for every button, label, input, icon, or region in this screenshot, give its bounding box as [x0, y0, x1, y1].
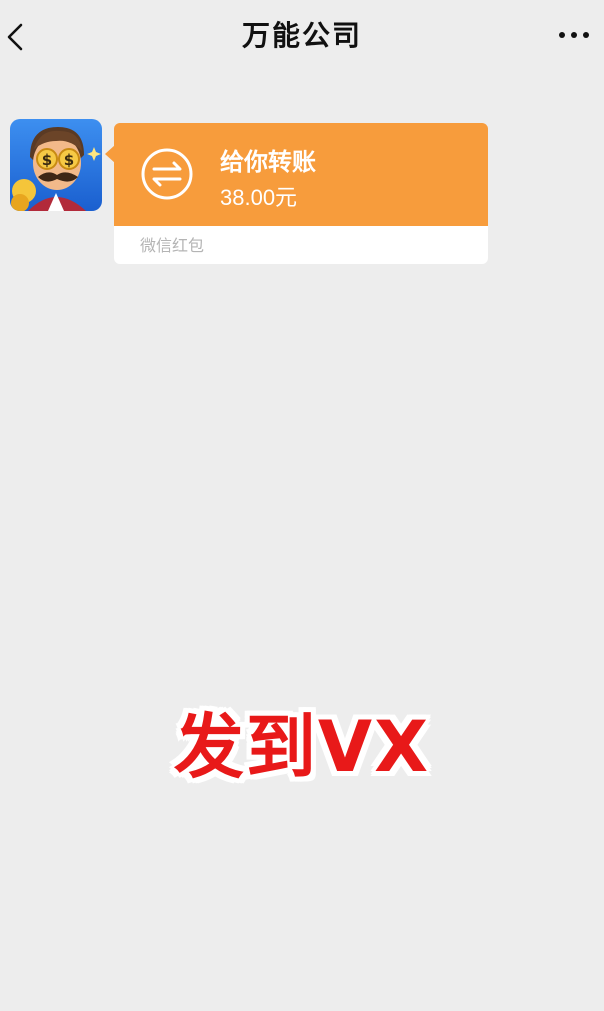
- svg-text:$: $: [42, 151, 52, 169]
- more-horizontal-icon: [559, 32, 589, 38]
- transfer-message-card[interactable]: 给你转账 38.00元 微信红包: [105, 123, 488, 264]
- sender-avatar[interactable]: $ $: [10, 119, 102, 211]
- cartoon-rich-man-avatar-icon: $ $: [10, 119, 102, 211]
- transfer-source-label: 微信红包: [140, 236, 205, 255]
- top-nav-bar: 万能公司: [0, 0, 604, 72]
- transfer-card-footer: 微信红包: [114, 226, 488, 264]
- transfer-card-header: 给你转账 38.00元: [114, 123, 488, 226]
- transfer-arrows-icon: [141, 148, 193, 200]
- svg-text:$: $: [64, 151, 74, 169]
- chat-title: 万能公司: [241, 19, 362, 52]
- overlay-caption: 发到VX: [173, 706, 431, 788]
- transfer-title: 给你转账: [220, 148, 316, 176]
- transfer-amount: 38.00元: [220, 185, 298, 210]
- more-button[interactable]: [554, 18, 594, 54]
